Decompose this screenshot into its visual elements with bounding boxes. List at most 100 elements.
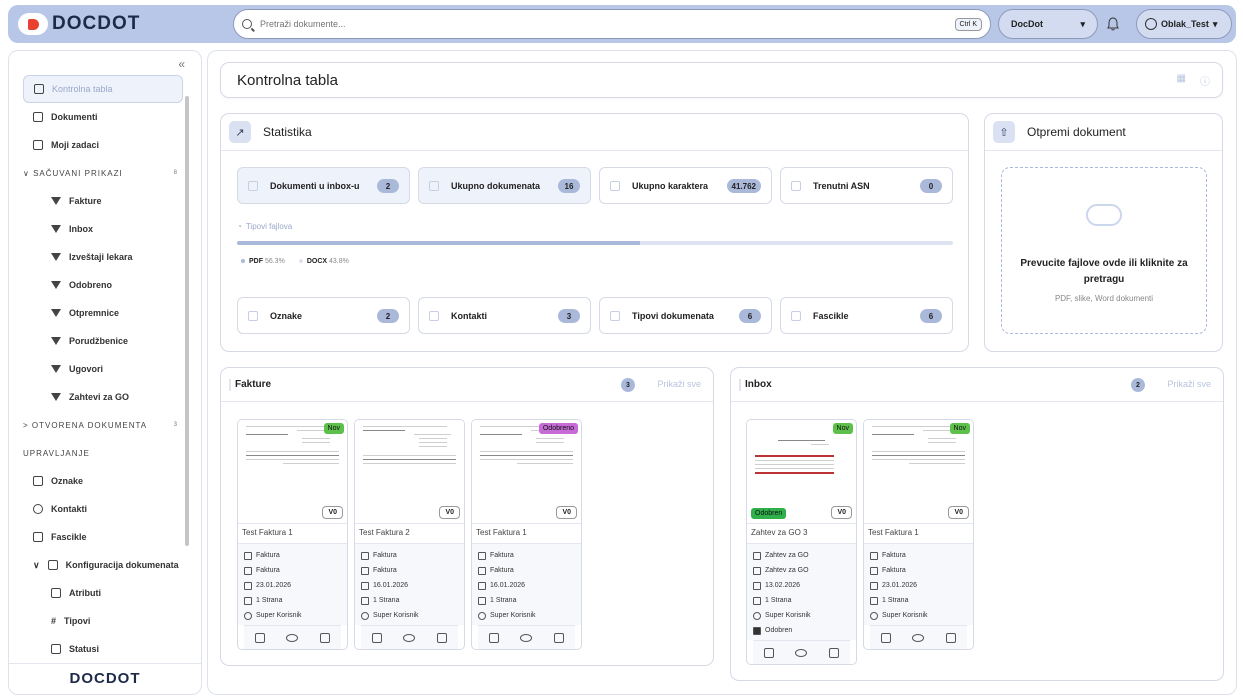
show-all-link[interactable]: Prikaži sve — [1167, 379, 1211, 389]
user-menu[interactable]: Oblak_Test ▾ — [1136, 9, 1232, 39]
sidebar-footer-logo: DOCDOT — [9, 663, 201, 687]
saved-view-fakture[interactable]: Fakture — [23, 187, 183, 215]
saved-view-porudzbenice[interactable]: Porudžbenice — [23, 327, 183, 355]
bell-icon[interactable] — [1107, 17, 1119, 31]
meta-type: Faktura — [256, 552, 280, 559]
fakture-header: Fakture 3 Prikaži sve — [221, 368, 713, 402]
stat-folders[interactable]: Fascikle 6 — [780, 297, 953, 334]
stat-contacts[interactable]: Kontakti 3 — [418, 297, 591, 334]
preview-eye-icon[interactable] — [795, 648, 808, 657]
inbox-header: Inbox 2 Prikaži sve — [731, 368, 1223, 402]
document-card[interactable]: V0 Test Faktura 2 Faktura Faktura 16.01.… — [354, 419, 465, 650]
document-card[interactable]: Nov Odobren V0 Zahtev za GO 3 Zahtev za … — [746, 419, 857, 665]
search-bar[interactable]: Ctrl K — [233, 9, 991, 39]
sidebar-item-dashboard[interactable]: Kontrolna tabla — [23, 75, 183, 103]
filter-icon — [51, 337, 61, 345]
open-document-icon[interactable] — [371, 632, 382, 643]
document-thumbnail[interactable]: V0 — [355, 420, 464, 524]
preview-eye-icon[interactable] — [403, 633, 416, 642]
meta-owner: Super Korisnik — [373, 612, 419, 619]
list-icon — [33, 140, 43, 150]
chevron-down-icon: ▾ — [1080, 18, 1085, 29]
stat-tags[interactable]: Oznake 2 — [237, 297, 410, 334]
cloud-upload-icon — [1086, 204, 1122, 226]
sidebar-item-contacts[interactable]: Kontakti — [23, 495, 183, 523]
stat-inbox[interactable]: Dokumenti u inbox-u 2 — [237, 167, 410, 204]
saved-view-ugovori[interactable]: Ugovori — [23, 355, 183, 383]
open-documents-section[interactable]: > OTVORENA DOKUMENTA 3 — [23, 411, 183, 439]
open-document-icon[interactable] — [880, 632, 891, 643]
saved-view-label: Inbox — [69, 224, 93, 234]
saved-view-izvestaji[interactable]: Izveštaji lekara — [23, 243, 183, 271]
open-document-icon[interactable] — [763, 647, 774, 658]
sidebar-item-documents[interactable]: Dokumenti — [23, 103, 183, 131]
document-thumbnail[interactable]: Nov V0 — [864, 420, 973, 524]
meta-pages: 1 Strana — [882, 597, 909, 604]
meta-type: Zahtev za GO — [765, 552, 809, 559]
sidebar-item-folders[interactable]: Fascikle — [23, 523, 183, 551]
stat-doc-types[interactable]: Tipovi dokumenata 6 — [599, 297, 772, 334]
section-title: Fakture — [235, 379, 272, 390]
download-icon[interactable] — [946, 632, 957, 643]
document-thumbnail[interactable]: Nov Odobren V0 — [747, 420, 856, 524]
document-actions — [244, 625, 341, 649]
search-input[interactable] — [260, 19, 955, 29]
open-document-icon[interactable] — [254, 632, 265, 643]
saved-view-zahtevi[interactable]: Zahtevi za GO — [23, 383, 183, 411]
preview-eye-icon[interactable] — [520, 633, 533, 642]
brand-logo[interactable]: DOCDOT — [18, 13, 140, 35]
sidebar-item-statuses[interactable]: Statusi — [23, 635, 183, 663]
sidebar-item-tags[interactable]: Oznake — [23, 467, 183, 495]
stat-total-chars: Ukupno karaktera 41.762 — [599, 167, 772, 204]
stat-label: Dokumenti u inbox-u — [270, 180, 360, 191]
legend-pdf: PDF 56.3% — [241, 258, 285, 265]
workspace-select[interactable]: DocDot ▾ — [998, 9, 1098, 39]
sidebar-item-attributes[interactable]: Atributi — [23, 579, 183, 607]
document-actions — [478, 625, 575, 649]
contact-icon — [429, 310, 439, 321]
section-count-badge: 3 — [621, 378, 635, 392]
saved-view-otpremnice[interactable]: Otpremnice — [23, 299, 183, 327]
collapse-sidebar-icon[interactable]: « — [178, 57, 185, 71]
document-card[interactable]: Nov V0 Test Faktura 1 Faktura Faktura 23… — [237, 419, 348, 650]
folder-icon — [361, 566, 369, 575]
stat-value: 2 — [377, 309, 399, 323]
saved-view-inbox[interactable]: Inbox — [23, 215, 183, 243]
sidebar-item-types[interactable]: # Tipovi — [23, 607, 183, 635]
sidebar-scrollbar[interactable] — [185, 96, 189, 546]
document-card[interactable]: Odobreno V0 Test Faktura 1 Faktura Faktu… — [471, 419, 582, 650]
sidebar-item-label: Kontrolna tabla — [52, 84, 113, 94]
file-drop-zone[interactable]: Prevucite fajlove ovde ili kliknite za p… — [1001, 167, 1207, 334]
text-icon — [610, 180, 620, 191]
download-icon[interactable] — [437, 632, 448, 643]
meta-date: 16.01.2026 — [490, 582, 526, 589]
sidebar-item-doc-config[interactable]: ∨ Konfiguracija dokumenata — [23, 551, 183, 579]
preview-eye-icon[interactable] — [912, 633, 925, 642]
saved-views-section[interactable]: ∨ SAČUVANI PRIKAZI 8 — [23, 159, 183, 187]
file-types-label: ◔ Tipovi fajlova — [237, 222, 292, 231]
open-document-icon[interactable] — [488, 632, 499, 643]
document-meta: Faktura Faktura 16.01.2026 1 Strana Supe… — [355, 544, 464, 625]
show-all-link[interactable]: Prikaži sve — [657, 379, 701, 389]
saved-view-odobreno[interactable]: Odobreno — [23, 271, 183, 299]
download-icon[interactable] — [320, 632, 331, 643]
download-icon[interactable] — [554, 632, 565, 643]
user-icon — [361, 611, 369, 620]
grid-icon[interactable]: ▦ — [1177, 73, 1186, 88]
stat-label: Ukupno dokumenata — [451, 180, 541, 191]
stat-total-docs[interactable]: Ukupno dokumenata 16 — [418, 167, 591, 204]
document-thumbnail[interactable]: Nov V0 — [238, 420, 347, 524]
sidebar-item-tasks[interactable]: Moji zadaci — [23, 131, 183, 159]
document-card[interactable]: Nov V0 Test Faktura 1 Faktura Faktura 23… — [863, 419, 974, 650]
pdf-bar-fill — [237, 241, 641, 245]
document-thumbnail[interactable]: Odobreno V0 — [472, 420, 581, 524]
tag-icon — [33, 476, 43, 486]
document-icon — [429, 180, 439, 191]
saved-view-label: Ugovori — [69, 364, 104, 374]
download-icon[interactable] — [829, 647, 840, 658]
pages-icon — [244, 596, 252, 605]
preview-eye-icon[interactable] — [286, 633, 299, 642]
info-icon[interactable]: ⓘ — [1200, 73, 1210, 88]
meta-pages: 1 Strana — [373, 597, 400, 604]
meta-pages: 1 Strana — [490, 597, 517, 604]
